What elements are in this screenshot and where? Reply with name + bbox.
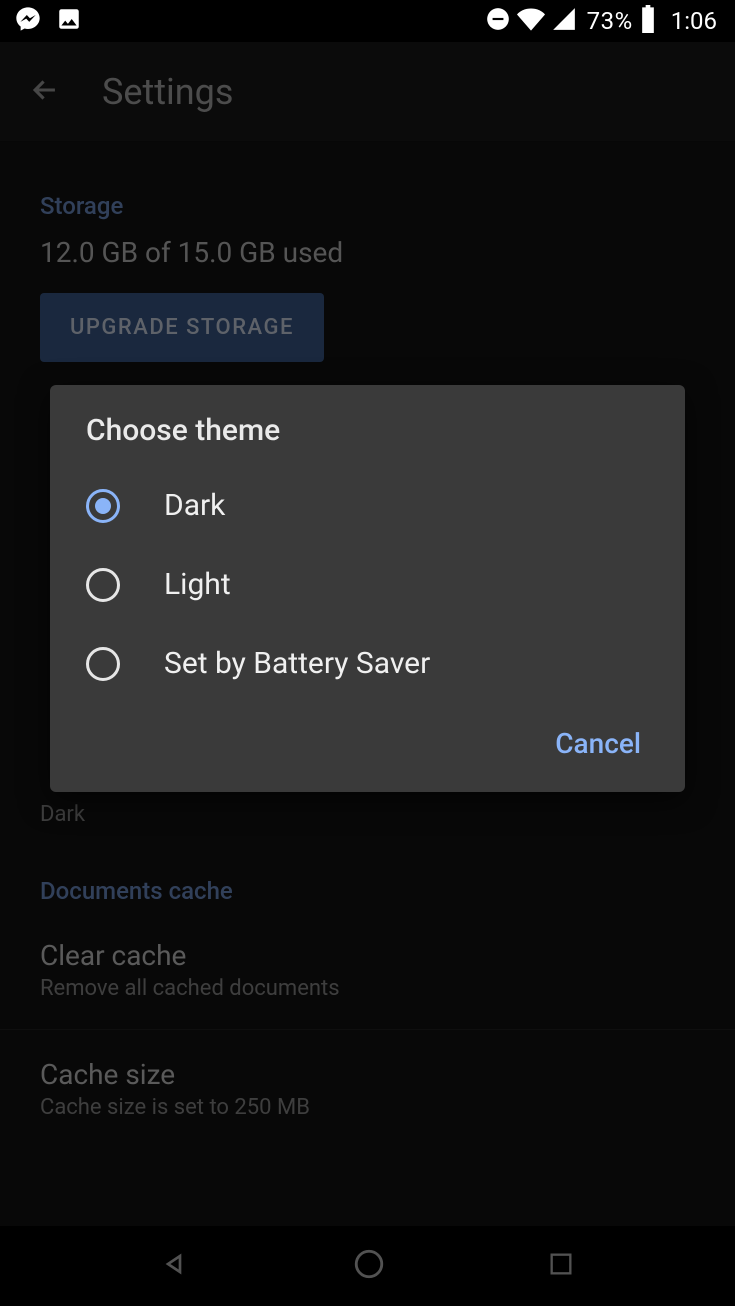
cache-size-item[interactable]: Cache size Cache size is set to 250 MB — [40, 1040, 695, 1138]
theme-option-battery-saver[interactable]: Set by Battery Saver — [50, 624, 685, 703]
photos-icon — [56, 6, 82, 36]
radio-unselected-icon — [86, 568, 120, 602]
cache-size-subtitle: Cache size is set to 250 MB — [40, 1095, 695, 1120]
status-time: 1:06 — [671, 7, 717, 35]
cell-signal-icon — [551, 6, 577, 36]
messenger-icon — [14, 5, 42, 37]
clear-cache-subtitle: Remove all cached documents — [40, 976, 695, 1001]
choose-theme-dialog: Choose theme Dark Light Set by Battery S… — [50, 385, 685, 792]
cancel-button[interactable]: Cancel — [539, 717, 657, 770]
app-bar: Settings — [0, 42, 735, 142]
theme-option-dark[interactable]: Dark — [50, 466, 685, 545]
upgrade-storage-button[interactable]: UPGRADE STORAGE — [40, 293, 324, 362]
battery-percent: 73% — [587, 7, 633, 35]
theme-current-value: Dark — [40, 802, 695, 827]
wifi-icon — [517, 5, 545, 37]
divider — [0, 1029, 735, 1030]
clear-cache-title: Clear cache — [40, 939, 695, 972]
storage-header: Storage — [40, 192, 695, 220]
documents-cache-header: Documents cache — [40, 877, 695, 905]
status-bar: 73% 1:06 — [0, 0, 735, 42]
clear-cache-item[interactable]: Clear cache Remove all cached documents — [40, 921, 695, 1019]
dnd-icon — [485, 6, 511, 36]
cache-size-title: Cache size — [40, 1058, 695, 1091]
storage-usage: 12.0 GB of 15.0 GB used — [40, 236, 695, 269]
theme-option-label: Light — [164, 567, 231, 602]
radio-unselected-icon — [86, 647, 120, 681]
battery-icon — [639, 5, 657, 37]
nav-recent-icon[interactable] — [547, 1250, 575, 1282]
page-title: Settings — [102, 71, 233, 113]
theme-option-label: Dark — [164, 488, 225, 523]
radio-selected-icon — [86, 489, 120, 523]
back-icon[interactable] — [28, 73, 62, 111]
theme-option-light[interactable]: Light — [50, 545, 685, 624]
nav-back-icon[interactable] — [160, 1248, 192, 1284]
dialog-title: Choose theme — [50, 413, 685, 466]
system-nav-bar — [0, 1226, 735, 1306]
theme-option-label: Set by Battery Saver — [164, 646, 430, 681]
nav-home-icon[interactable] — [352, 1247, 386, 1285]
